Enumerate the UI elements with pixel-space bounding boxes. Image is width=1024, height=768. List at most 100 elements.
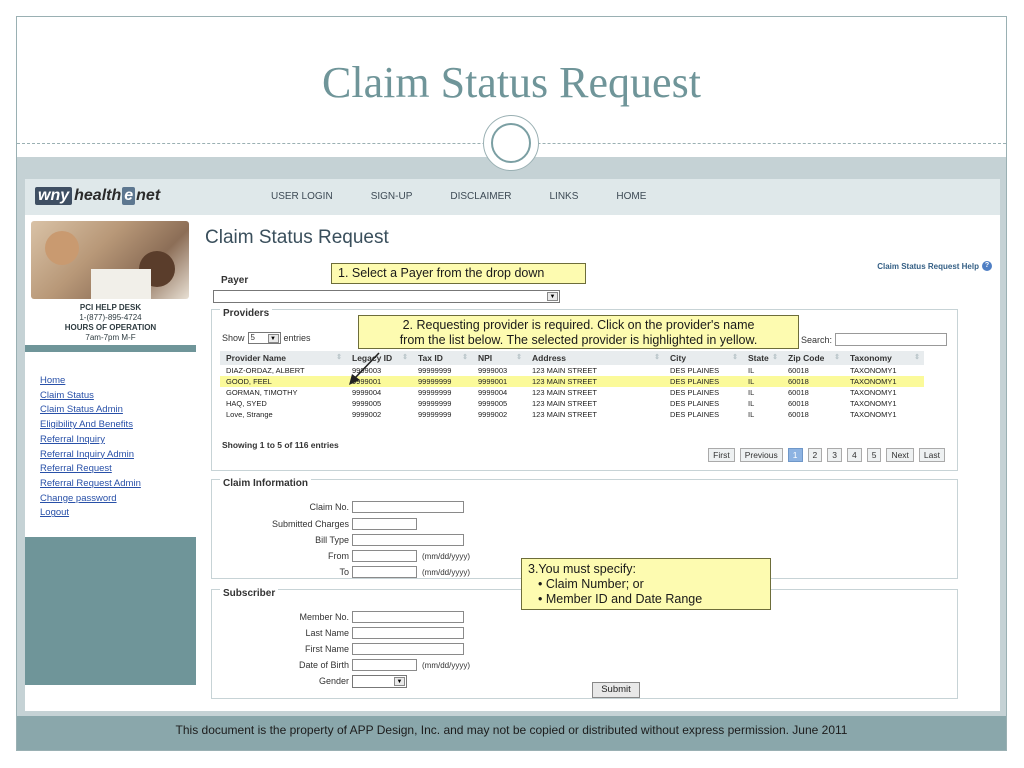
sidebar-link-home[interactable]: Home: [40, 374, 196, 389]
table-cell: GORMAN, TIMOTHY: [226, 388, 298, 397]
pager-2[interactable]: 2: [807, 448, 823, 462]
sidebar-link-change-password[interactable]: Change password: [40, 492, 196, 507]
entries-label: entries: [283, 333, 311, 343]
callout-specify-line1: 3.You must specify:: [528, 562, 636, 576]
table-row[interactable]: GOOD, FEEL 9999001 99999999 9999001 123 MAIN…: [220, 376, 924, 387]
table-cell: 123 MAIN STREET: [526, 376, 664, 387]
nav-sign-up[interactable]: SIGN-UP: [371, 191, 413, 202]
pager-last[interactable]: Last: [918, 448, 945, 462]
table-cell: TAXONOMY1: [850, 399, 897, 408]
first-name-input[interactable]: [352, 643, 464, 655]
nav-links[interactable]: LINKS: [549, 191, 578, 202]
table-cell: IL: [748, 410, 755, 419]
logo-e: e: [122, 187, 136, 205]
col-taxonomy[interactable]: Taxonomy ⇕: [844, 351, 924, 365]
photo-person-adult: [45, 231, 79, 265]
to-date-input[interactable]: [352, 566, 417, 578]
submit-button[interactable]: Submit: [592, 682, 640, 698]
from-date-input[interactable]: [352, 550, 417, 562]
sidebar-link-logout[interactable]: Logout: [40, 506, 196, 521]
col-provider-name[interactable]: Provider Name ⇕: [220, 351, 346, 365]
callout-payer: 1. Select a Payer from the drop down: [331, 263, 586, 284]
bill-type-input[interactable]: [352, 534, 464, 546]
last-name-input[interactable]: [352, 627, 464, 639]
table-cell: 99999999: [418, 366, 452, 375]
dob-label: Date of Birth: [298, 660, 349, 670]
search-input[interactable]: [835, 333, 947, 346]
dob-input[interactable]: [352, 659, 417, 671]
table-cell: GOOD, FEEL: [220, 376, 346, 387]
member-no-input[interactable]: [352, 611, 464, 623]
table-row[interactable]: HAQ, SYED 9999005 99999999 9999005 123 MAIN …: [220, 398, 924, 409]
payer-select[interactable]: ▼: [213, 290, 560, 303]
pager-3[interactable]: 3: [827, 448, 842, 462]
callout-provider-line1: 2. Requesting provider is required. Clic…: [402, 318, 755, 332]
gender-select[interactable]: ▼: [352, 675, 407, 688]
pager-first[interactable]: First: [708, 448, 735, 462]
callout-payer-text: 1. Select a Payer from the drop down: [338, 266, 545, 280]
slide-footer-text: This document is the property of APP Des…: [175, 723, 848, 737]
sidebar-link-eligibility[interactable]: Eligibility And Benefits: [40, 418, 196, 433]
sidebar-link-referral-inquiry-admin[interactable]: Referral Inquiry Admin: [40, 448, 196, 463]
pager-previous[interactable]: Previous: [739, 448, 783, 462]
col-label: NPI: [478, 353, 493, 363]
site-logo[interactable]: wny health e net: [35, 186, 160, 206]
logo-wny: wny: [35, 187, 73, 205]
pager-next[interactable]: Next: [886, 448, 914, 462]
sort-icon: ⇕: [732, 354, 738, 361]
to-date-hint: (mm/dd/yyyy): [422, 568, 470, 577]
claim-no-input[interactable]: [352, 501, 464, 513]
submitted-charges-input[interactable]: [352, 518, 417, 530]
pager-1[interactable]: 1: [787, 448, 803, 462]
table-cell: 60018: [788, 399, 809, 408]
sidebar-link-claim-status[interactable]: Claim Status: [40, 389, 196, 404]
callout-provider-line2: from the list below. The selected provid…: [399, 333, 758, 347]
page-title: Claim Status Request: [205, 227, 389, 248]
nav-home[interactable]: HOME: [616, 191, 646, 202]
nav-disclaimer[interactable]: DISCLAIMER: [450, 191, 511, 202]
sort-icon: ⇕: [654, 354, 660, 361]
table-cell: DES PLAINES: [670, 410, 720, 419]
sidebar-link-claim-status-admin[interactable]: Claim Status Admin: [40, 403, 196, 418]
table-cell: TAXONOMY1: [850, 366, 897, 375]
chevron-down-icon: ▼: [267, 334, 279, 343]
entries-select[interactable]: 5 ▼: [247, 332, 281, 344]
col-state[interactable]: State ⇕: [742, 351, 782, 365]
bill-type-label: Bill Type: [315, 535, 349, 545]
table-cell: DES PLAINES: [670, 366, 720, 375]
table-cell: 123 MAIN STREET: [532, 388, 598, 397]
col-npi[interactable]: NPI ⇕: [472, 351, 526, 365]
col-zip[interactable]: Zip Code ⇕: [782, 351, 844, 365]
help-link[interactable]: Claim Status Request Help ?: [877, 261, 992, 271]
col-address[interactable]: Address ⇕: [526, 351, 664, 365]
table-cell: TAXONOMY1: [850, 388, 897, 397]
nav-user-login[interactable]: USER LOGIN: [271, 191, 333, 202]
sidebar-link-referral-request-admin[interactable]: Referral Request Admin: [40, 477, 196, 492]
table-cell: 99999999: [418, 388, 452, 397]
table-row[interactable]: Love, Strange 9999002 99999999 9999002 123 M…: [220, 409, 924, 420]
pagination: First Previous 1 2 3 4 5 Next Last: [708, 448, 945, 462]
col-tax-id[interactable]: Tax ID ⇕: [412, 351, 472, 365]
col-city[interactable]: City ⇕: [664, 351, 742, 365]
col-label: Taxonomy: [850, 353, 892, 363]
callout-specify: 3.You must specify: • Claim Number; or •…: [521, 558, 771, 610]
table-row[interactable]: GORMAN, TIMOTHY 9999004 99999999 9999004 123…: [220, 387, 924, 398]
sidebar-link-referral-request[interactable]: Referral Request: [40, 462, 196, 477]
table-cell: TAXONOMY1: [844, 376, 924, 387]
submitted-charges-label: Submitted Charges: [271, 519, 349, 529]
sidebar-link-referral-inquiry[interactable]: Referral Inquiry: [40, 433, 196, 448]
from-label: From: [328, 551, 349, 561]
pager-4[interactable]: 4: [846, 448, 862, 462]
dob-hint: (mm/dd/yyyy): [422, 661, 470, 670]
sort-icon: ⇕: [402, 354, 408, 361]
helpdesk-title: PCI HELP DESK: [79, 303, 142, 312]
table-row[interactable]: DIAZ-ORDAZ, ALBERT 9999003 99999999 9999003…: [220, 365, 924, 376]
slide: Claim Status Request wny health e net USER …: [16, 16, 1007, 751]
main-content: Claim Status Request Claim Status Reques…: [205, 223, 1000, 703]
last-name-label: Last Name: [305, 628, 349, 638]
pager-5[interactable]: 5: [866, 448, 882, 462]
table-cell: 60018: [782, 376, 844, 387]
sort-icon: ⇕: [914, 354, 920, 361]
table-cell: 9999005: [478, 399, 508, 408]
member-no-label: Member No.: [299, 612, 349, 622]
